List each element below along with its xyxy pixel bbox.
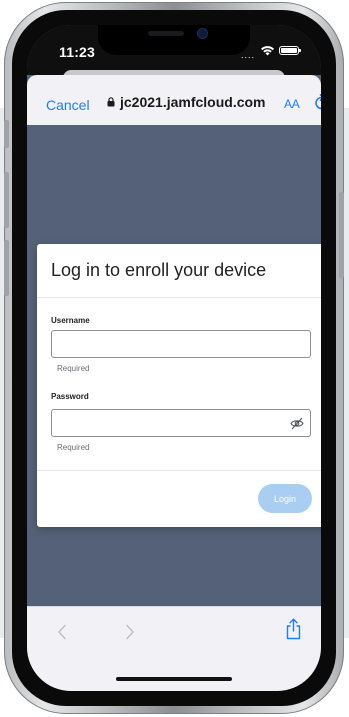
mute-switch	[4, 120, 9, 148]
login-title: Log in to enroll your device	[51, 260, 267, 280]
earpiece-speaker	[148, 31, 184, 36]
login-button[interactable]: Login	[258, 484, 312, 513]
browser-header: Cancel jc2021.jamfcloud.com AA	[27, 75, 321, 125]
address-bar[interactable]: jc2021.jamfcloud.com	[107, 94, 266, 110]
status-bar: 11:23 ....	[27, 25, 321, 75]
password-required-hint: Required	[57, 443, 90, 452]
browser-toolbar	[27, 606, 321, 691]
username-label: Username	[51, 316, 90, 325]
back-icon[interactable]	[57, 624, 67, 640]
screen: 11:23 .... Cancel jc2021.jamfcloud.com A…	[27, 25, 321, 691]
reload-icon[interactable]	[314, 93, 321, 111]
battery-icon	[279, 46, 301, 55]
notch	[98, 25, 250, 55]
cancel-button[interactable]: Cancel	[46, 97, 90, 113]
password-label: Password	[51, 392, 89, 401]
login-card: Log in to enroll your device Username Re…	[37, 244, 321, 527]
volume-down-button	[4, 240, 9, 296]
password-input[interactable]	[51, 409, 311, 437]
wifi-icon	[261, 46, 274, 56]
phone-frame: 11:23 .... Cancel jc2021.jamfcloud.com A…	[4, 2, 344, 714]
lock-icon	[107, 97, 115, 107]
web-page: Log in to enroll your device Username Re…	[27, 125, 321, 607]
front-camera	[198, 29, 207, 38]
title-divider	[37, 297, 321, 298]
volume-up-button	[4, 172, 9, 228]
power-button	[339, 192, 344, 278]
username-required-hint: Required	[57, 364, 90, 373]
forward-icon[interactable]	[125, 624, 135, 640]
text-size-button[interactable]: AA	[284, 97, 300, 111]
eye-off-icon[interactable]	[290, 417, 304, 430]
status-time: 11:23	[59, 44, 96, 60]
signal-dots: ....	[240, 50, 255, 60]
phone-bezel: 11:23 .... Cancel jc2021.jamfcloud.com A…	[12, 10, 336, 706]
share-icon[interactable]	[285, 618, 302, 640]
home-indicator[interactable]	[116, 677, 232, 681]
footer-divider	[37, 470, 321, 471]
url-text: jc2021.jamfcloud.com	[120, 94, 266, 110]
username-input[interactable]	[51, 330, 311, 358]
